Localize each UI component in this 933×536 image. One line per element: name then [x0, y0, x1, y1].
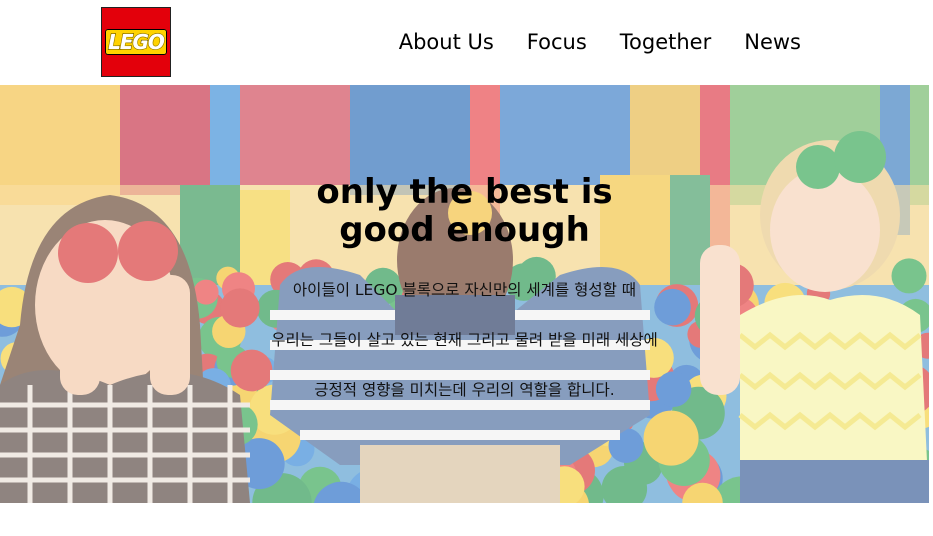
nav-about-us[interactable]: About Us — [399, 28, 494, 56]
hero-title-line-1: only the best is — [316, 172, 613, 212]
nav-focus[interactable]: Focus — [527, 28, 587, 56]
hero-text-line-3: 긍정적 영향을 미치는데 우리의 역할을 합니다. — [314, 381, 615, 399]
hero-banner: only the best is good enough 아이들이 LEGO 블… — [0, 85, 929, 503]
page-edge — [929, 85, 933, 503]
lego-logo-badge: LEGO — [104, 10, 168, 74]
hero-title: only the best is good enough — [0, 173, 929, 249]
nav-news[interactable]: News — [744, 28, 801, 56]
lego-logo-text: LEGO — [105, 29, 167, 55]
site-header: LEGO About Us Focus Together News — [0, 0, 933, 85]
nav-together[interactable]: Together — [620, 28, 711, 56]
page: LEGO About Us Focus Together News only t… — [0, 0, 933, 536]
hero-title-line-2: good enough — [339, 210, 590, 250]
hero-text-line-1: 아이들이 LEGO 블록으로 자신만의 세계를 형성할 때 — [292, 281, 637, 299]
hero-text-line-2: 우리는 그들이 살고 있는 현재 그리고 물려 받을 미래 세상에 — [271, 331, 658, 349]
main-nav: About Us Focus Together News — [399, 28, 801, 56]
lego-logo[interactable]: LEGO — [101, 7, 171, 77]
